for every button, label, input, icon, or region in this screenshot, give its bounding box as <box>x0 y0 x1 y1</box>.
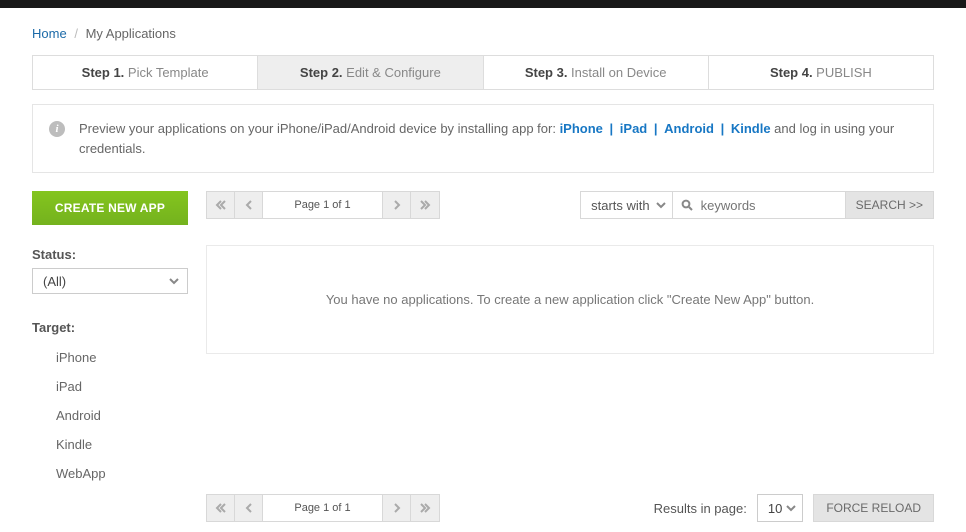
search-group: starts with SEARCH >> <box>580 191 934 219</box>
info-link-android[interactable]: Android <box>664 121 714 136</box>
pager-last-button[interactable] <box>411 192 439 218</box>
target-item-ipad[interactable]: iPad <box>32 372 188 401</box>
empty-state: You have no applications. To create a ne… <box>206 245 934 354</box>
chevrons-right-icon <box>419 199 431 211</box>
step-label: Edit & Configure <box>343 65 441 80</box>
top-black-bar <box>0 0 966 8</box>
step-tab-2[interactable]: Step 2. Edit & Configure <box>258 56 483 89</box>
toolbar-bottom: Page 1 of 1 Results in page: 10 FORCE RE… <box>206 494 934 522</box>
step-tab-1[interactable]: Step 1. Pick Template <box>33 56 258 89</box>
pager-prev-button[interactable] <box>235 192 263 218</box>
link-separator: | <box>606 121 617 136</box>
pager-bottom: Page 1 of 1 <box>206 494 440 522</box>
target-list: iPhoneiPadAndroidKindleWebApp <box>32 343 188 488</box>
pager-next-button[interactable] <box>383 192 411 218</box>
breadcrumb-current: My Applications <box>86 26 176 41</box>
info-link-kindle[interactable]: Kindle <box>731 121 771 136</box>
search-input-wrap <box>673 192 845 218</box>
breadcrumb-home[interactable]: Home <box>32 26 67 41</box>
toolbar-top: Page 1 of 1 starts with <box>206 191 934 219</box>
step-bold: Step 3. <box>525 65 568 80</box>
step-bold: Step 1. <box>82 65 125 80</box>
link-separator: | <box>717 121 728 136</box>
status-label: Status: <box>32 247 188 262</box>
info-banner: i Preview your applications on your iPho… <box>32 104 934 173</box>
pager-last-button[interactable] <box>411 495 439 521</box>
chevrons-left-icon <box>215 199 227 211</box>
info-link-ipad[interactable]: iPad <box>620 121 647 136</box>
breadcrumb-separator: / <box>74 26 78 41</box>
step-label: PUBLISH <box>813 65 872 80</box>
pager-next-button[interactable] <box>383 495 411 521</box>
pager-prev-button[interactable] <box>235 495 263 521</box>
info-icon: i <box>49 121 65 137</box>
page-size-select[interactable]: 10 <box>757 494 803 522</box>
chevron-right-icon <box>391 199 403 211</box>
step-tab-4[interactable]: Step 4. PUBLISH <box>709 56 933 89</box>
chevrons-right-icon <box>419 502 431 514</box>
chevron-right-icon <box>391 502 403 514</box>
results-block: Results in page: 10 FORCE RELOAD <box>654 494 934 522</box>
chevron-down-icon <box>656 200 666 210</box>
step-label: Install on Device <box>567 65 666 80</box>
step-label: Pick Template <box>124 65 208 80</box>
link-separator: | <box>650 121 661 136</box>
pager-label: Page 1 of 1 <box>263 192 383 218</box>
main-content: Page 1 of 1 starts with <box>206 191 934 522</box>
search-input[interactable] <box>699 197 839 214</box>
sidebar: CREATE NEW APP Status: (All) Target: iPh… <box>32 191 188 522</box>
target-label: Target: <box>32 320 188 335</box>
step-bold: Step 2. <box>300 65 343 80</box>
pager-first-button[interactable] <box>207 192 235 218</box>
step-tab-3[interactable]: Step 3. Install on Device <box>484 56 709 89</box>
target-item-android[interactable]: Android <box>32 401 188 430</box>
pager-label: Page 1 of 1 <box>263 495 383 521</box>
chevron-left-icon <box>243 199 255 211</box>
status-select-value: (All) <box>43 274 66 289</box>
chevron-down-icon <box>786 503 796 513</box>
status-select[interactable]: (All) <box>32 268 188 294</box>
search-mode-select[interactable]: starts with <box>581 192 673 218</box>
pager-top: Page 1 of 1 <box>206 191 440 219</box>
target-item-webapp[interactable]: WebApp <box>32 459 188 488</box>
search-mode-value: starts with <box>591 198 650 213</box>
search-button[interactable]: SEARCH >> <box>845 192 933 218</box>
chevron-down-icon <box>169 276 179 286</box>
info-link-iphone[interactable]: iPhone <box>560 121 603 136</box>
pager-first-button[interactable] <box>207 495 235 521</box>
info-text: Preview your applications on your iPhone… <box>79 119 917 158</box>
target-item-iphone[interactable]: iPhone <box>32 343 188 372</box>
force-reload-button[interactable]: FORCE RELOAD <box>813 494 934 522</box>
search-icon <box>681 199 693 211</box>
chevrons-left-icon <box>215 502 227 514</box>
chevron-left-icon <box>243 502 255 514</box>
step-tabs: Step 1. Pick TemplateStep 2. Edit & Conf… <box>32 55 934 90</box>
step-bold: Step 4. <box>770 65 813 80</box>
target-item-kindle[interactable]: Kindle <box>32 430 188 459</box>
create-new-app-button[interactable]: CREATE NEW APP <box>32 191 188 225</box>
results-label: Results in page: <box>654 501 747 516</box>
page-size-value: 10 <box>768 501 782 516</box>
breadcrumb: Home / My Applications <box>32 8 934 55</box>
